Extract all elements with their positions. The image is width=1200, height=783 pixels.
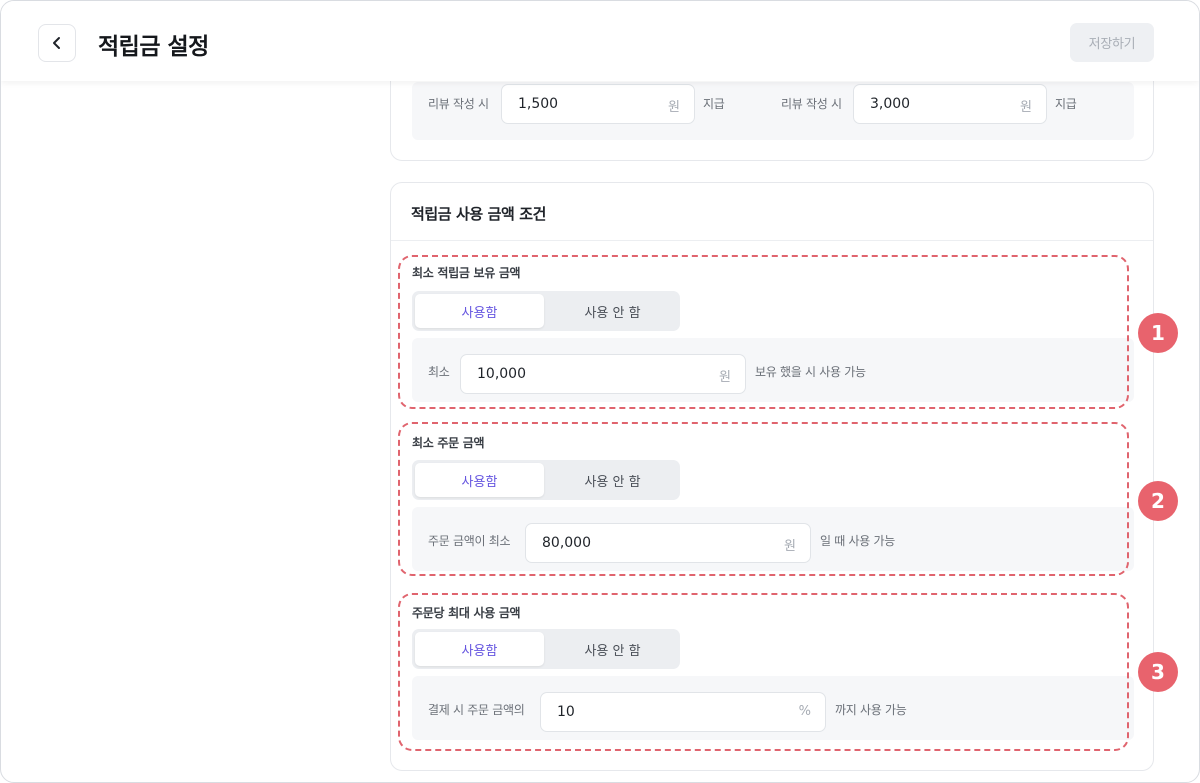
review-amount-value-right: 3,000 (870, 96, 911, 112)
annotation-outline-1 (398, 255, 1129, 409)
review-suffix-right: 지급 (1055, 97, 1077, 111)
review-amount-value-left: 1,500 (518, 96, 559, 112)
review-amount-input-right[interactable]: 3,000 원 (853, 84, 1047, 124)
review-suffix-left: 지급 (703, 97, 725, 111)
review-reward-row: 리뷰 작성 시 1,500 원 지급 리뷰 작성 시 3,000 원 지급 (412, 82, 1134, 140)
review-amount-unit-right: 원 (1020, 100, 1032, 115)
save-button[interactable]: 저장하기 (1070, 23, 1154, 62)
usage-condition-title: 적립금 사용 금액 조건 (411, 205, 547, 223)
review-amount-input-left[interactable]: 1,500 원 (501, 84, 695, 124)
annotation-badge-3: 3 (1138, 652, 1178, 692)
annotation-badge-2: 2 (1138, 481, 1178, 521)
annotation-badge-1: 1 (1138, 313, 1178, 353)
annotation-outline-2 (398, 422, 1129, 576)
review-label-right: 리뷰 작성 시 (781, 97, 842, 111)
annotation-outline-3 (398, 593, 1129, 751)
app-window: 적립금 설정 저장하기 리뷰 작성 시 1,500 원 지급 리뷰 작성 시 3… (0, 0, 1200, 783)
review-amount-unit-left: 원 (668, 100, 680, 115)
page-title: 적립금 설정 (98, 34, 209, 60)
review-label-left: 리뷰 작성 시 (428, 97, 489, 111)
chevron-left-icon (53, 37, 60, 49)
top-header: 적립금 설정 저장하기 (1, 1, 1199, 81)
back-button[interactable] (38, 24, 76, 62)
